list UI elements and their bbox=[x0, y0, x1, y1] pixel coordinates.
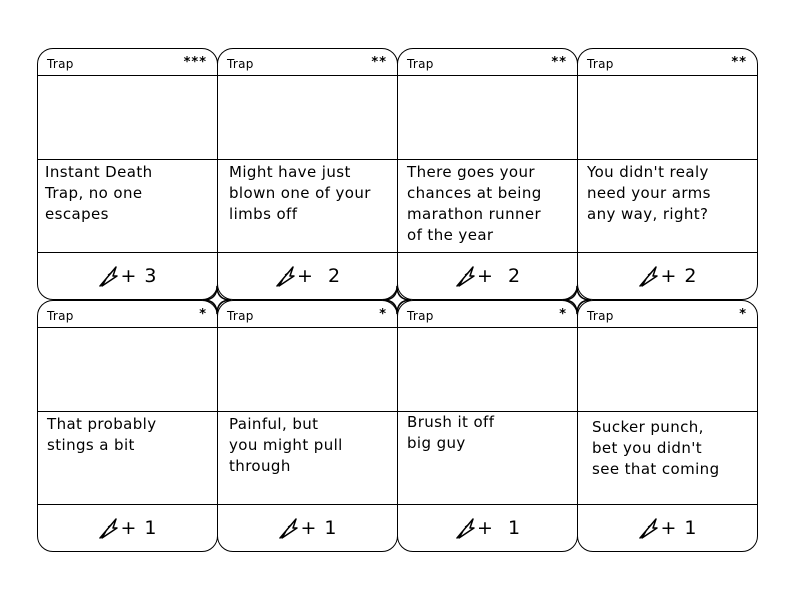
card-bonus: + 1 bbox=[578, 505, 757, 551]
bonus-value: + 2 bbox=[660, 265, 698, 287]
blade-icon bbox=[276, 266, 295, 287]
card-type: Trap bbox=[227, 57, 254, 71]
card-text: Painful, but you might pull through bbox=[229, 415, 343, 475]
card-description: Might have just blown one of your limbs … bbox=[218, 159, 397, 253]
card-description: You didn't realy need your arms any way,… bbox=[578, 159, 757, 253]
blade-icon bbox=[99, 266, 119, 287]
card-description: Sucker punch, bet you didn't see that co… bbox=[578, 411, 757, 505]
card-text: Sucker punch, bet you didn't see that co… bbox=[592, 418, 720, 478]
card-header: Trap ** bbox=[578, 49, 757, 76]
card-header: Trap * bbox=[38, 301, 217, 328]
card-stars: ** bbox=[371, 55, 387, 70]
blade-icon bbox=[456, 266, 475, 287]
card-stars: * bbox=[739, 307, 747, 322]
trap-card[interactable]: Trap * Painful, but you might pull throu… bbox=[217, 300, 398, 552]
card-header: Trap ** bbox=[398, 49, 577, 76]
trap-card[interactable]: Trap * That probably stings a bit + 1 bbox=[37, 300, 218, 552]
card-header: Trap * bbox=[398, 301, 577, 328]
blade-icon bbox=[279, 518, 299, 539]
corner-diamond bbox=[202, 285, 232, 315]
card-stars: *** bbox=[183, 55, 207, 70]
bonus-value: + 2 bbox=[476, 265, 522, 287]
bonus-value: + 2 bbox=[296, 265, 342, 287]
trap-card[interactable]: Trap ** Might have just blown one of you… bbox=[217, 48, 398, 300]
blade-icon bbox=[99, 518, 119, 539]
card-bonus: + 2 bbox=[218, 253, 397, 299]
card-text: That probably stings a bit bbox=[47, 415, 157, 454]
card-stars: ** bbox=[551, 55, 567, 70]
card-description: That probably stings a bit bbox=[38, 411, 217, 505]
bonus-value: + 1 bbox=[476, 517, 522, 539]
bonus-value: + 3 bbox=[120, 265, 158, 287]
card-header: Trap ** bbox=[218, 49, 397, 76]
card-bonus: + 1 bbox=[398, 505, 577, 551]
card-description: Painful, but you might pull through bbox=[218, 411, 397, 505]
card-text: Instant Death Trap, no one escapes bbox=[45, 163, 153, 223]
card-bonus: + 1 bbox=[38, 505, 217, 551]
card-header: Trap * bbox=[578, 301, 757, 328]
card-stars: ** bbox=[731, 55, 747, 70]
blade-icon bbox=[639, 518, 659, 539]
corner-diamond bbox=[562, 285, 592, 315]
trap-card[interactable]: Trap *** Instant Death Trap, no one esca… bbox=[37, 48, 218, 300]
bonus-value: + 1 bbox=[660, 517, 698, 539]
bonus-value: + 1 bbox=[300, 517, 338, 539]
card-description: Brush it off big guy bbox=[398, 411, 577, 505]
card-description: Instant Death Trap, no one escapes bbox=[38, 159, 217, 253]
blade-icon bbox=[639, 266, 659, 287]
card-description: There goes your chances at being maratho… bbox=[398, 159, 577, 253]
corner-diamond bbox=[382, 285, 412, 315]
trap-card[interactable]: Trap * Brush it off big guy + 1 bbox=[397, 300, 578, 552]
card-text: You didn't realy need your arms any way,… bbox=[587, 163, 711, 223]
card-type: Trap bbox=[47, 309, 74, 323]
card-header: Trap * bbox=[218, 301, 397, 328]
trap-card[interactable]: Trap ** You didn't realy need your arms … bbox=[577, 48, 758, 300]
card-bonus: + 2 bbox=[578, 253, 757, 299]
card-text: Might have just blown one of your limbs … bbox=[229, 163, 371, 223]
trap-card[interactable]: Trap ** There goes your chances at being… bbox=[397, 48, 578, 300]
card-type: Trap bbox=[407, 57, 434, 71]
card-bonus: + 1 bbox=[218, 505, 397, 551]
card-header: Trap *** bbox=[38, 49, 217, 76]
trap-card[interactable]: Trap * Sucker punch, bet you didn't see … bbox=[577, 300, 758, 552]
bonus-value: + 1 bbox=[120, 517, 158, 539]
blade-icon bbox=[456, 518, 475, 539]
card-bonus: + 2 bbox=[398, 253, 577, 299]
card-type: Trap bbox=[47, 57, 74, 71]
card-type: Trap bbox=[587, 57, 614, 71]
card-text: Brush it off big guy bbox=[407, 413, 495, 452]
card-text: There goes your chances at being maratho… bbox=[407, 163, 542, 244]
card-bonus: + 3 bbox=[38, 253, 217, 299]
